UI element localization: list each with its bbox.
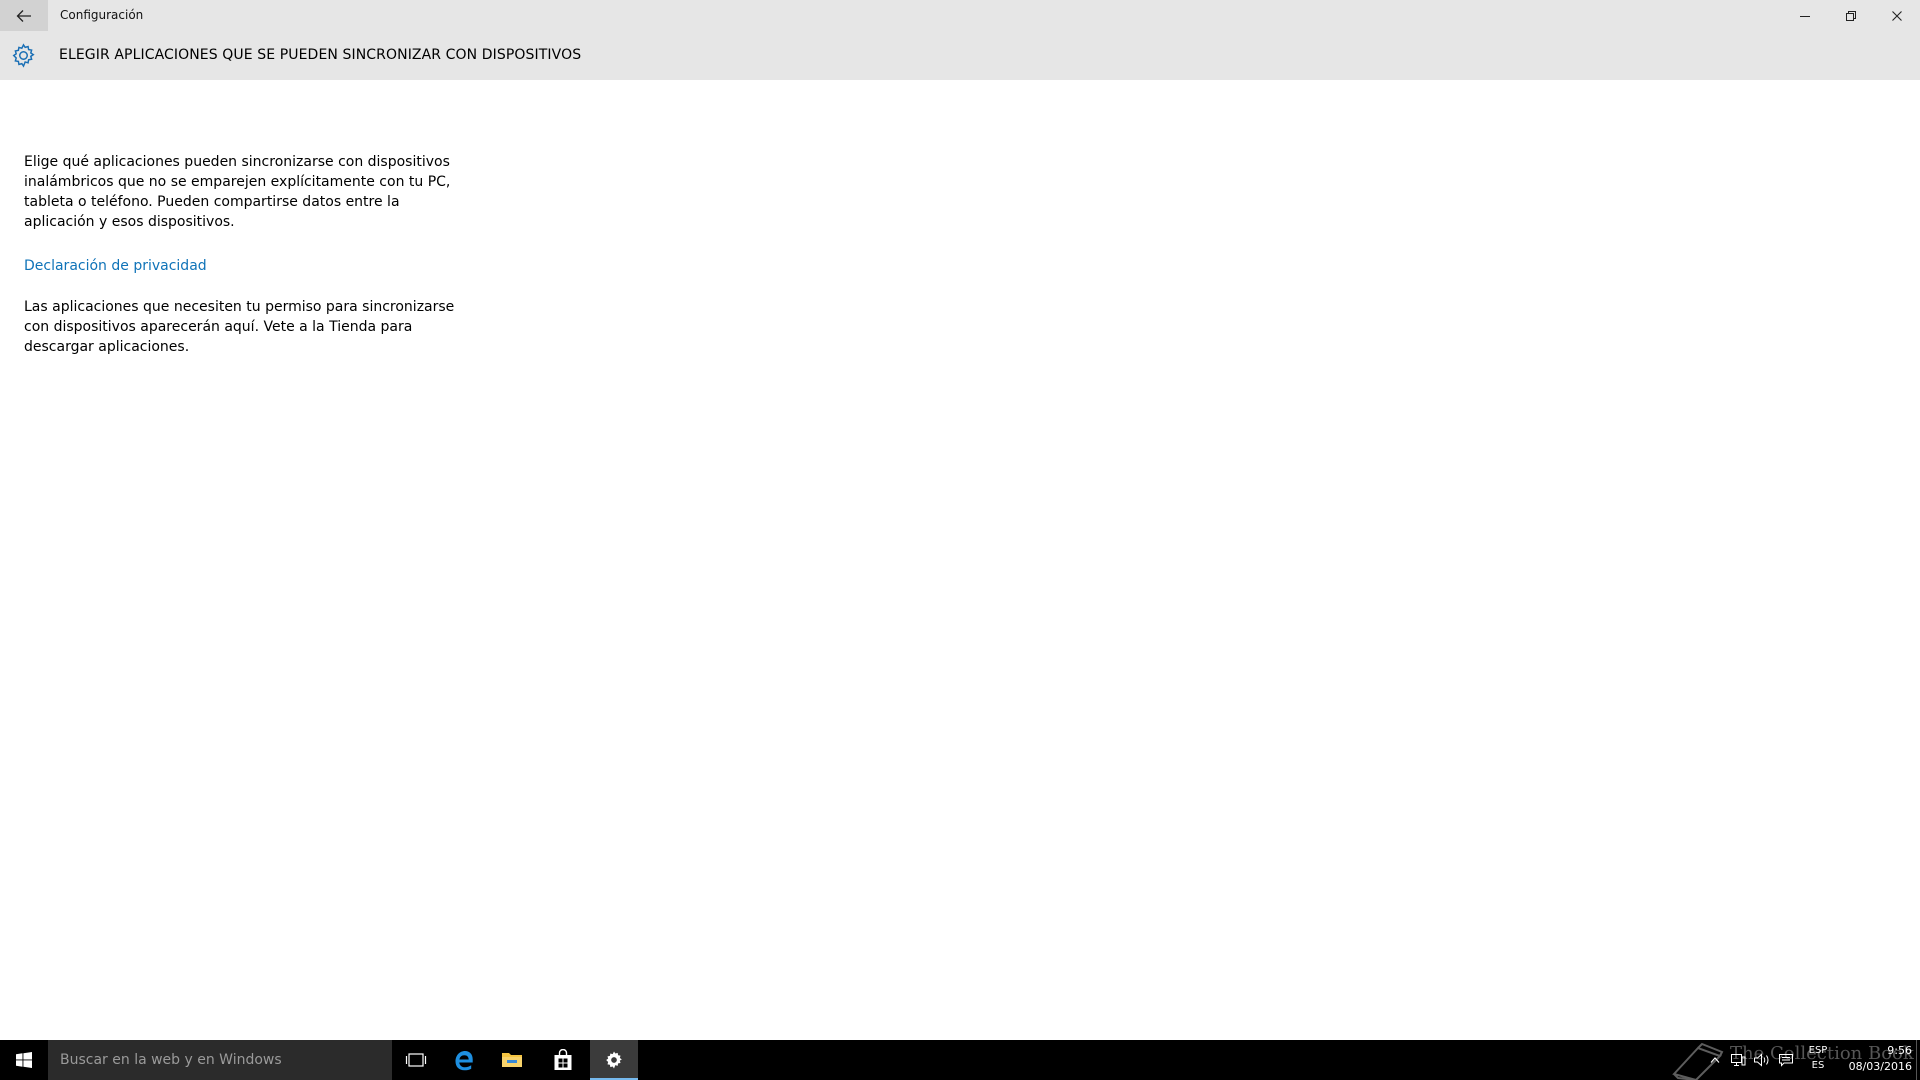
edge-button[interactable] <box>440 1040 488 1080</box>
page-header: ELEGIR APLICACIONES QUE SE PUEDEN SINCRO… <box>0 31 1920 80</box>
back-button[interactable] <box>0 0 48 31</box>
volume-tray-button[interactable] <box>1752 1040 1772 1080</box>
file-explorer-button[interactable] <box>488 1040 536 1080</box>
notification-icon <box>1779 1054 1793 1067</box>
language-code: ESP <box>1808 1045 1828 1056</box>
clock[interactable]: 9:56 08/03/2016 <box>1838 1043 1916 1077</box>
store-button[interactable] <box>538 1040 588 1080</box>
page-title: ELEGIR APLICACIONES QUE SE PUEDEN SINCRO… <box>59 47 582 63</box>
back-arrow-icon <box>16 9 31 22</box>
show-hidden-icons-button[interactable] <box>1706 1040 1724 1080</box>
restore-icon <box>1846 10 1856 21</box>
taskbar-search-input[interactable]: Buscar en la web y en Windows <box>48 1040 392 1080</box>
edge-icon <box>455 1051 473 1071</box>
action-center-button[interactable] <box>1776 1040 1796 1080</box>
restore-button[interactable] <box>1828 0 1874 31</box>
settings-icon <box>606 1051 622 1069</box>
chevron-up-icon <box>1710 1057 1720 1063</box>
task-view-icon <box>405 1053 427 1067</box>
settings-taskbar-button[interactable] <box>590 1040 638 1080</box>
show-desktop-button[interactable] <box>1916 1040 1920 1080</box>
title-bar: Configuración <box>0 0 1920 31</box>
close-icon <box>1892 10 1902 21</box>
window-title: Configuración <box>60 8 144 22</box>
taskbar: Buscar en la web y en Windows <box>0 1040 1920 1080</box>
empty-apps-note: Las aplicaciones que necesiten tu permis… <box>24 299 455 355</box>
network-icon <box>1731 1054 1746 1066</box>
description-text: Elige qué aplicaciones pueden sincroniza… <box>24 154 451 230</box>
gear-icon <box>12 43 35 68</box>
clock-date: 08/03/2016 <box>1848 1060 1912 1073</box>
keyboard-layout: ES <box>1811 1060 1825 1071</box>
store-icon <box>554 1049 572 1070</box>
minimize-button[interactable] <box>1782 0 1828 31</box>
privacy-statement-link[interactable]: Declaración de privacidad <box>24 256 474 276</box>
task-view-button[interactable] <box>392 1040 440 1080</box>
volume-icon <box>1754 1053 1769 1067</box>
close-button[interactable] <box>1874 0 1920 31</box>
start-button[interactable] <box>0 1040 48 1080</box>
main-content: Elige qué aplicaciones pueden sincroniza… <box>24 152 474 357</box>
language-indicator[interactable]: ESP ES <box>1800 1043 1836 1077</box>
file-explorer-icon <box>502 1053 522 1067</box>
minimize-icon <box>1800 15 1810 17</box>
network-tray-button[interactable] <box>1728 1040 1748 1080</box>
clock-time: 9:56 <box>1887 1044 1912 1057</box>
start-icon <box>16 1052 32 1068</box>
